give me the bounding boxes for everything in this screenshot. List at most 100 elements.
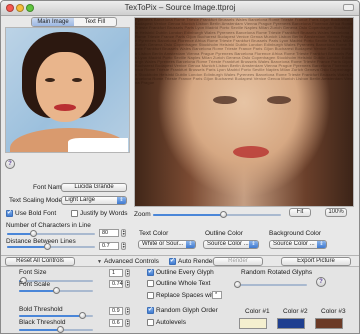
auto-render-label: Auto Render	[178, 258, 215, 265]
color-2-swatch[interactable]	[277, 318, 305, 329]
font-size-stepper[interactable]: ▲ ▼	[125, 269, 130, 277]
autolevels-checkbox[interactable]	[147, 319, 154, 326]
zoom-fit-button[interactable]: Fit	[289, 208, 311, 217]
bold-threshold-label: Bold Threshold	[19, 306, 63, 313]
zoom-slider-knob[interactable]	[220, 211, 228, 218]
black-threshold-slider-knob[interactable]	[56, 326, 64, 333]
justify-words-checkbox[interactable]	[71, 210, 78, 217]
distance-stepper[interactable]: ▲ ▼	[121, 242, 126, 250]
font-size-label: Font Size	[19, 269, 47, 276]
text-mosaic-preview[interactable]: Pyrenees Barcelona Rome Trieste Frankfur…	[134, 17, 354, 207]
bold-threshold-slider-fill	[19, 315, 82, 317]
portrait-eye	[45, 78, 55, 82]
image-tab-bar: Main Image Text Fill	[31, 17, 117, 27]
distance-slider-fill	[7, 246, 47, 248]
color-2-label: Color #2	[283, 308, 308, 315]
bold-threshold-slider-knob[interactable]	[78, 312, 86, 319]
random-rotated-label: Random Rotated Glyphs	[241, 269, 313, 276]
characters-stepper[interactable]: ▲ ▼	[121, 229, 126, 237]
random-glyph-order-label: Random Glyph Order	[156, 307, 218, 314]
source-image[interactable]	[5, 27, 130, 153]
bold-threshold-stepper[interactable]: ▲ ▼	[125, 307, 130, 315]
color-1-swatch[interactable]	[239, 318, 267, 329]
toolbar-toggle-button[interactable]	[343, 4, 354, 11]
font-scale-slider-knob[interactable]	[53, 287, 60, 294]
font-scale-input[interactable]: 0.74	[109, 280, 123, 288]
bold-threshold-input[interactable]: 0.9	[109, 307, 123, 315]
help-button-advanced[interactable]: ?	[316, 277, 326, 287]
characters-label: Number of Characters in Line	[6, 222, 91, 229]
tab-main-image[interactable]: Main Image	[32, 18, 74, 26]
replace-spaces-checkbox[interactable]	[147, 292, 154, 299]
zoom-100-button[interactable]: 100%	[325, 208, 347, 217]
color-1-label: Color #1	[245, 308, 270, 315]
black-threshold-input[interactable]: 0.6	[109, 319, 123, 327]
font-scale-stepper[interactable]: ▲ ▼	[125, 280, 130, 288]
text-color-select[interactable]: White or Sour... ⇕	[138, 240, 196, 249]
bold-font-checkbox[interactable]: ✓	[6, 210, 13, 217]
black-threshold-slider[interactable]	[19, 326, 93, 333]
chevron-updown-icon: ⇕	[117, 197, 126, 204]
background-color-label: Background Color	[269, 230, 322, 237]
distance-input[interactable]: 0.7	[99, 242, 119, 250]
portrait-collar	[68, 138, 128, 152]
color-3-label: Color #3	[321, 308, 346, 315]
tab-text-fill[interactable]: Text Fill	[74, 18, 116, 26]
outline-every-glyph-checkbox[interactable]: ✓	[147, 269, 154, 276]
reset-controls-button[interactable]: Reset All Controls	[5, 257, 75, 266]
text-color-label: Text Color	[139, 230, 169, 237]
distance-slider-knob[interactable]	[43, 243, 51, 250]
random-rotated-slider[interactable]	[234, 281, 307, 288]
chevron-updown-icon: ⇕	[317, 241, 326, 248]
portrait-eye	[72, 78, 82, 82]
random-glyph-order-checkbox[interactable]: ✓	[147, 307, 154, 314]
portrait-lips	[54, 104, 76, 111]
distance-label: Distance Between Lines	[6, 238, 76, 245]
zoom-slider[interactable]	[153, 211, 281, 218]
portrait-face	[36, 52, 94, 122]
black-threshold-label: Black Threshold	[19, 319, 66, 326]
replace-spaces-input[interactable]: *	[212, 291, 222, 299]
section-divider	[1, 255, 359, 256]
window-title: TexToPix – Source Image.ttproj	[124, 3, 236, 12]
auto-render-checkbox[interactable]: ✓	[169, 258, 176, 265]
advanced-controls-drawer: Font Size 1 ▲ ▼ Font Scale 0.74 ▲ ▼ Bold T…	[1, 266, 359, 333]
outline-whole-text-checkbox[interactable]	[147, 280, 154, 287]
advanced-controls-toggle[interactable]: Advanced Controls	[104, 258, 159, 265]
black-threshold-stepper[interactable]: ▲ ▼	[125, 319, 130, 327]
font-scale-slider[interactable]	[19, 287, 93, 294]
font-size-input[interactable]: 1	[109, 269, 123, 277]
black-threshold-slider-fill	[19, 329, 60, 331]
autolevels-label: Autolevels	[156, 319, 186, 326]
disclosure-triangle-icon[interactable]: ▼	[97, 259, 102, 265]
distance-slider[interactable]	[7, 243, 95, 250]
font-scale-slider-fill	[19, 290, 56, 292]
export-picture-button[interactable]: Export Picture	[281, 257, 351, 266]
help-button[interactable]: ?	[5, 159, 15, 169]
background-color-value: Source Color ...	[273, 241, 315, 247]
bold-font-label: Use Bold Font	[15, 210, 57, 217]
text-scaling-select[interactable]: Light Large ⇕	[61, 196, 127, 205]
mosaic-text: Pyrenees Barcelona Rome Trieste Frankfur…	[135, 18, 353, 86]
zoom-label: Zoom	[134, 211, 151, 218]
chevron-updown-icon: ⇕	[249, 241, 258, 248]
text-color-value: White or Sour...	[142, 241, 184, 247]
outline-every-glyph-label: Outline Every Glyph	[156, 269, 214, 276]
justify-words-label: Justify by Words	[80, 210, 128, 217]
characters-slider-knob[interactable]	[30, 230, 38, 237]
bold-threshold-slider[interactable]	[19, 312, 93, 319]
font-scale-label: Font Scale	[19, 281, 51, 288]
outline-color-value: Source Color ...	[207, 241, 249, 247]
outline-color-select[interactable]: Source Color ... ⇕	[203, 240, 259, 249]
color-3-swatch[interactable]	[315, 318, 343, 329]
background-color-select[interactable]: Source Color ... ⇕	[269, 240, 327, 249]
text-scaling-value: Light Large	[65, 197, 96, 203]
app-window: TexToPix – Source Image.ttproj Main Imag…	[0, 0, 360, 334]
outline-whole-text-label: Outline Whole Text	[156, 280, 211, 287]
random-rotated-slider-knob[interactable]	[234, 281, 241, 288]
characters-input[interactable]: 80	[99, 229, 119, 237]
title-bar: TexToPix – Source Image.ttproj	[1, 1, 359, 16]
characters-slider[interactable]	[7, 230, 95, 237]
render-button[interactable]: Render	[213, 257, 263, 266]
font-name-button[interactable]: Lucida Grande	[61, 183, 127, 192]
